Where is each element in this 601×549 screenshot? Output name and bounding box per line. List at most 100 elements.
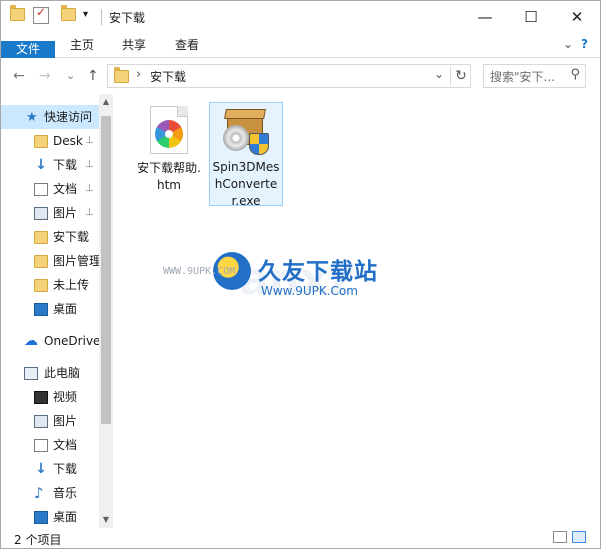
item-count: 2 个项目 bbox=[14, 533, 62, 547]
htm-file-icon bbox=[150, 106, 188, 154]
nav-item-not-uploaded[interactable]: 未上传 bbox=[1, 273, 99, 297]
computer-icon bbox=[24, 367, 38, 380]
title-bar: ✓ ▾ 安下载 — ☐ ✕ bbox=[1, 1, 600, 33]
nav-item-label: OneDrive bbox=[44, 334, 99, 348]
large-icons-view-icon[interactable] bbox=[572, 531, 586, 543]
forward-button[interactable]: → bbox=[39, 68, 51, 84]
file-name: 安下载帮助.htm bbox=[137, 161, 201, 192]
scroll-down-button[interactable]: ▼ bbox=[99, 512, 113, 528]
nav-item-label: 安下载 bbox=[53, 230, 90, 244]
nav-item-pictures[interactable]: 图片 ⊥ bbox=[1, 201, 99, 225]
nav-item-label: 音乐 bbox=[53, 486, 78, 500]
watermark-url: Www.9UPK.Com bbox=[261, 284, 358, 298]
folder-icon bbox=[34, 255, 48, 268]
nav-item-desk[interactable]: Desk ⊥ bbox=[1, 129, 99, 153]
refresh-button[interactable]: ↻ bbox=[450, 66, 471, 86]
nav-item-onedrive[interactable]: ☁ OneDrive bbox=[1, 329, 99, 353]
properties-icon[interactable]: ✓ bbox=[33, 5, 49, 24]
music-icon: ♪ bbox=[34, 484, 44, 502]
customize-toolbar-button[interactable]: ▾ bbox=[83, 9, 88, 20]
details-view-icon[interactable] bbox=[553, 531, 567, 543]
breadcrumb-current[interactable]: 安下载 bbox=[150, 68, 186, 85]
star-icon: ★ bbox=[26, 110, 38, 125]
watermark: anxz WWW.9UPK.COM 久友下载站 Www.9UPK.Com bbox=[163, 246, 441, 316]
address-dropdown-button[interactable]: ⌄ bbox=[434, 67, 444, 81]
nav-item-label: 文档 bbox=[53, 438, 78, 452]
nav-scrollbar[interactable]: ▲ ▼ bbox=[99, 94, 113, 528]
nav-item-label: 图片管理 bbox=[53, 254, 99, 268]
nav-item-downloads[interactable]: ↓ 下载 ⊥ bbox=[1, 153, 99, 177]
cloud-icon: ☁ bbox=[24, 333, 38, 349]
search-input[interactable]: 搜索"安下... ⚲ bbox=[483, 64, 586, 88]
tab-home[interactable]: 主页 bbox=[59, 33, 105, 57]
explorer-window: ✓ ▾ 安下载 — ☐ ✕ 文件 主页 共享 查看 ⌄ ? ← → ⌄ ↑ › … bbox=[0, 0, 601, 549]
minimize-button[interactable]: — bbox=[462, 1, 508, 33]
nav-item-label: 图片 bbox=[53, 206, 78, 220]
new-folder-icon[interactable] bbox=[61, 5, 76, 21]
navigation-pane: ★ 快速访问 Desk ⊥ ↓ 下载 ⊥ 文档 ⊥ 图片 ⊥ 安下载 图片管理 … bbox=[1, 94, 113, 528]
document-icon bbox=[34, 439, 48, 452]
nav-item-label: 视频 bbox=[53, 390, 78, 404]
download-icon: ↓ bbox=[35, 157, 47, 173]
nav-item-music[interactable]: ♪ 音乐 bbox=[1, 481, 99, 505]
folder-icon bbox=[114, 67, 129, 83]
pin-icon: ⊥ bbox=[85, 183, 94, 194]
file-name: Spin3DMeshConverter.exe bbox=[212, 160, 280, 208]
tab-share[interactable]: 共享 bbox=[111, 33, 157, 57]
nav-item-label: 文档 bbox=[53, 182, 78, 196]
nav-item-documents-pc[interactable]: 文档 bbox=[1, 433, 99, 457]
nav-item-label: 桌面 bbox=[53, 302, 78, 316]
scroll-up-button[interactable]: ▲ bbox=[99, 94, 113, 110]
pin-icon: ⊥ bbox=[85, 159, 94, 170]
folder-icon bbox=[10, 5, 25, 21]
nav-item-label: 未上传 bbox=[53, 278, 90, 292]
address-bar[interactable]: › 安下载 ⌄ ↻ bbox=[107, 64, 471, 88]
nav-item-anxiazai[interactable]: 安下载 bbox=[1, 225, 99, 249]
expand-ribbon-button[interactable]: ⌄ bbox=[563, 37, 573, 51]
desktop-icon bbox=[34, 303, 48, 316]
nav-item-quick-access[interactable]: ★ 快速访问 bbox=[1, 105, 99, 129]
maximize-button[interactable]: ☐ bbox=[508, 1, 554, 33]
nav-item-pictures-pc[interactable]: 图片 bbox=[1, 409, 99, 433]
status-bar: 2 个项目 bbox=[1, 528, 600, 548]
download-icon: ↓ bbox=[35, 461, 47, 477]
file-item-help-htm[interactable]: 安下载帮助.htm bbox=[132, 102, 206, 194]
nav-item-label: 快速访问 bbox=[44, 110, 93, 124]
folder-icon bbox=[34, 135, 48, 148]
scroll-thumb[interactable] bbox=[101, 116, 111, 424]
folder-icon bbox=[34, 231, 48, 244]
nav-item-label: Desk bbox=[53, 134, 83, 148]
back-button[interactable]: ← bbox=[13, 68, 25, 84]
nav-item-label: 下载 bbox=[53, 462, 78, 476]
picture-icon bbox=[34, 207, 48, 220]
close-button[interactable]: ✕ bbox=[554, 1, 600, 33]
help-button[interactable]: ? bbox=[581, 37, 588, 51]
breadcrumb-separator[interactable]: › bbox=[136, 67, 141, 82]
tab-view[interactable]: 查看 bbox=[164, 33, 210, 57]
picture-icon bbox=[34, 415, 48, 428]
search-icon[interactable]: ⚲ bbox=[570, 67, 580, 82]
folder-icon bbox=[34, 279, 48, 292]
title-separator bbox=[101, 9, 102, 25]
watermark-brand: 久友下载站 bbox=[258, 259, 378, 285]
nav-item-desktop-pc[interactable]: 桌面 bbox=[1, 505, 99, 529]
nav-item-label: 桌面 bbox=[53, 510, 78, 524]
video-icon bbox=[34, 391, 48, 404]
nav-item-documents[interactable]: 文档 ⊥ bbox=[1, 177, 99, 201]
nav-item-label: 图片 bbox=[53, 414, 78, 428]
nav-item-this-pc[interactable]: 此电脑 bbox=[1, 361, 99, 385]
pin-icon: ⊥ bbox=[85, 135, 94, 146]
nav-item-downloads-pc[interactable]: ↓ 下载 bbox=[1, 457, 99, 481]
file-item-spin3dmeshconverter[interactable]: Spin3DMeshConverter.exe bbox=[209, 102, 283, 208]
nav-item-picture-manager[interactable]: 图片管理 bbox=[1, 249, 99, 273]
search-placeholder: 搜索"安下... bbox=[490, 70, 555, 84]
nav-item-desktop[interactable]: 桌面 bbox=[1, 297, 99, 321]
recent-locations-button[interactable]: ⌄ bbox=[66, 69, 75, 82]
address-row: ← → ⌄ ↑ › 安下载 ⌄ ↻ 搜索"安下... ⚲ bbox=[1, 58, 600, 94]
installer-exe-icon bbox=[221, 107, 271, 155]
ribbon-tabs: 文件 主页 共享 查看 ⌄ ? bbox=[1, 33, 600, 65]
document-icon bbox=[34, 183, 48, 196]
nav-item-videos[interactable]: 视频 bbox=[1, 385, 99, 409]
pin-icon: ⊥ bbox=[85, 207, 94, 218]
up-button[interactable]: ↑ bbox=[87, 68, 99, 84]
